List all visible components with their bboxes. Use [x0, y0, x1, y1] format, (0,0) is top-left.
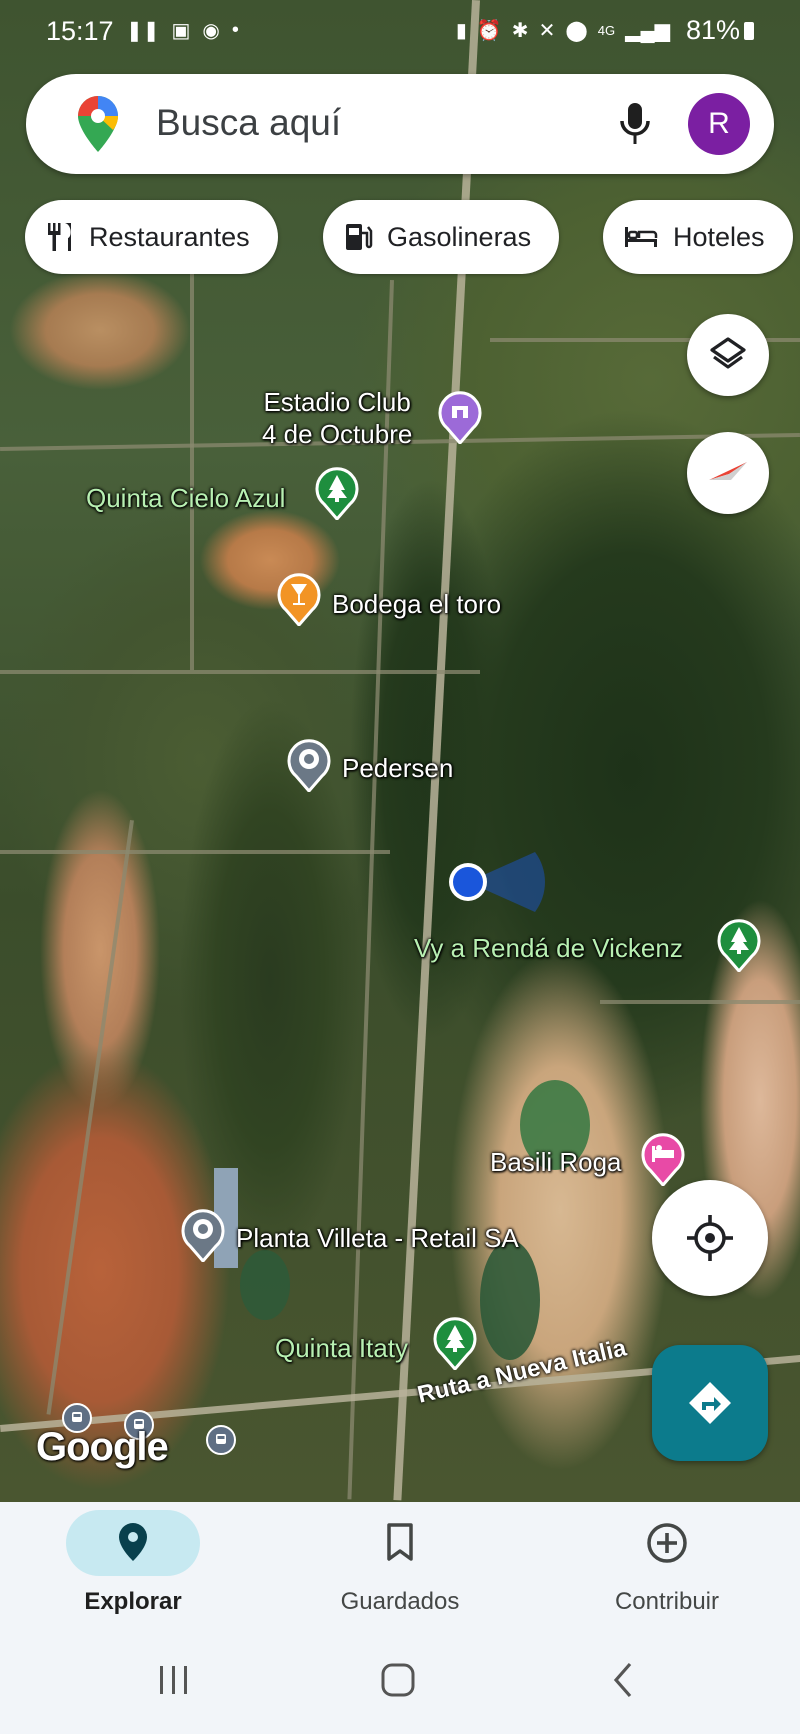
location-icon: ⬤ [565, 20, 588, 42]
place-label-planta-villeta[interactable]: Planta Villeta - Retail SA [236, 1222, 519, 1254]
bar-marker-icon[interactable] [276, 572, 322, 626]
status-bar: 15:17 ❚❚ ▣ ◉ • ▮ ⏰ ✱ ✕ ⬤ 4G ▂▄▆ 81% [0, 0, 800, 62]
water-body [480, 1240, 540, 1360]
minor-road [347, 280, 394, 1500]
system-icons: ▮ ⏰ ✱ ✕ ⬤ 4G ▂▄▆ [456, 18, 670, 43]
notification-icons: ❚❚ ▣ ◉ • [126, 18, 239, 43]
compass-icon [709, 462, 747, 480]
category-chips: Restaurantes Gasolineras Hoteles [25, 200, 800, 276]
bus-stop-icon[interactable] [206, 1425, 236, 1455]
place-marker-icon[interactable] [180, 1208, 226, 1262]
directions-button[interactable] [652, 1345, 768, 1461]
minor-road [600, 1000, 800, 1004]
search-input[interactable]: Busca aquí [156, 102, 341, 144]
chip-gasolineras[interactable]: Gasolineras [323, 200, 560, 274]
park-marker-icon[interactable] [432, 1316, 478, 1370]
place-label-quinta-cielo-azul[interactable]: Quinta Cielo Azul [86, 482, 285, 514]
water-body [240, 1250, 290, 1320]
recent-apps-icon[interactable] [154, 1660, 194, 1700]
chip-label: Gasolineras [387, 221, 532, 252]
search-bar[interactable]: Busca aquí R [26, 74, 774, 174]
alarm-icon: ⏰ [476, 20, 502, 42]
bottom-navigation: Explorar Guardados Contribuir [0, 1502, 800, 1632]
place-label-quinta-itaty[interactable]: Quinta Itaty [275, 1332, 408, 1364]
messenger-icon: ◉ [202, 20, 220, 42]
place-label-pedersen[interactable]: Pedersen [342, 752, 453, 784]
place-label-line: Estadio Club [263, 387, 411, 417]
minor-road [190, 270, 194, 670]
google-maps-logo-icon [78, 96, 118, 152]
minor-road [0, 670, 480, 674]
place-label-estadio[interactable]: Estadio Club 4 de Octubre [262, 386, 412, 450]
layers-icon [710, 337, 746, 369]
tab-label: Guardados [340, 1588, 460, 1615]
back-icon[interactable] [604, 1660, 644, 1700]
add-circle-icon [647, 1523, 687, 1563]
chip-restaurantes[interactable]: Restaurantes [25, 200, 278, 274]
chip-label: Restaurantes [89, 221, 250, 252]
location-pin-icon [119, 1523, 147, 1561]
avatar[interactable]: R [688, 93, 750, 155]
signal-icon: ▂▄▆ [625, 20, 670, 42]
tab-label: Explorar [84, 1588, 182, 1615]
status-time: 15:17 [46, 16, 114, 46]
place-label-basili-roga[interactable]: Basili Roga [490, 1146, 622, 1178]
tab-guardados[interactable]: Guardados [267, 1502, 533, 1632]
hotel-marker-icon[interactable] [640, 1132, 686, 1186]
battery-percent: 81% [685, 15, 740, 45]
battery-saver-icon: ▮ [455, 20, 467, 42]
battery-indicator: 81% [686, 15, 754, 46]
network-type: 4G [597, 23, 616, 38]
gallery-icon: ▣ [171, 20, 191, 42]
home-icon[interactable] [378, 1660, 418, 1700]
park-marker-icon[interactable] [716, 918, 762, 972]
minor-road [0, 850, 390, 854]
place-marker-icon[interactable] [286, 738, 332, 792]
dot-icon: • [231, 19, 239, 41]
place-label-bodega[interactable]: Bodega el toro [332, 588, 501, 620]
nav-icon-wrap [267, 1522, 533, 1562]
minor-road [46, 820, 134, 1415]
pause-icon: ❚❚ [126, 20, 160, 42]
mute-icon: ✕ [538, 20, 556, 42]
park-marker-icon[interactable] [314, 466, 360, 520]
bed-icon [625, 227, 658, 247]
compass-button[interactable] [687, 432, 769, 514]
place-label-vy-a-renda[interactable]: Vy a Rendá de Vickenz [414, 932, 683, 964]
system-navigation-bar [0, 1632, 800, 1734]
current-location-icon[interactable] [440, 840, 550, 920]
chip-label: Hoteles [673, 221, 765, 252]
stadium-marker-icon[interactable] [437, 390, 483, 444]
tab-explorar[interactable]: Explorar [0, 1502, 266, 1632]
battery-icon [744, 22, 754, 40]
layers-button[interactable] [687, 314, 769, 396]
directions-icon [689, 1382, 731, 1424]
crosshair-icon [687, 1215, 733, 1261]
chip-hoteles[interactable]: Hoteles [603, 200, 793, 274]
google-logo: Google [36, 1425, 169, 1469]
gas-station-icon [346, 224, 373, 250]
my-location-button[interactable] [652, 1180, 768, 1296]
bluetooth-icon: ✱ [511, 20, 529, 42]
place-label-line: 4 de Octubre [262, 419, 413, 449]
tab-label: Contribuir [614, 1588, 720, 1615]
microphone-icon[interactable] [618, 101, 652, 147]
bookmark-icon [387, 1523, 413, 1561]
nav-icon-wrap [534, 1522, 800, 1564]
nav-icon-wrap [0, 1522, 266, 1562]
fork-knife-icon [48, 223, 71, 251]
tab-contribuir[interactable]: Contribuir [534, 1502, 800, 1632]
